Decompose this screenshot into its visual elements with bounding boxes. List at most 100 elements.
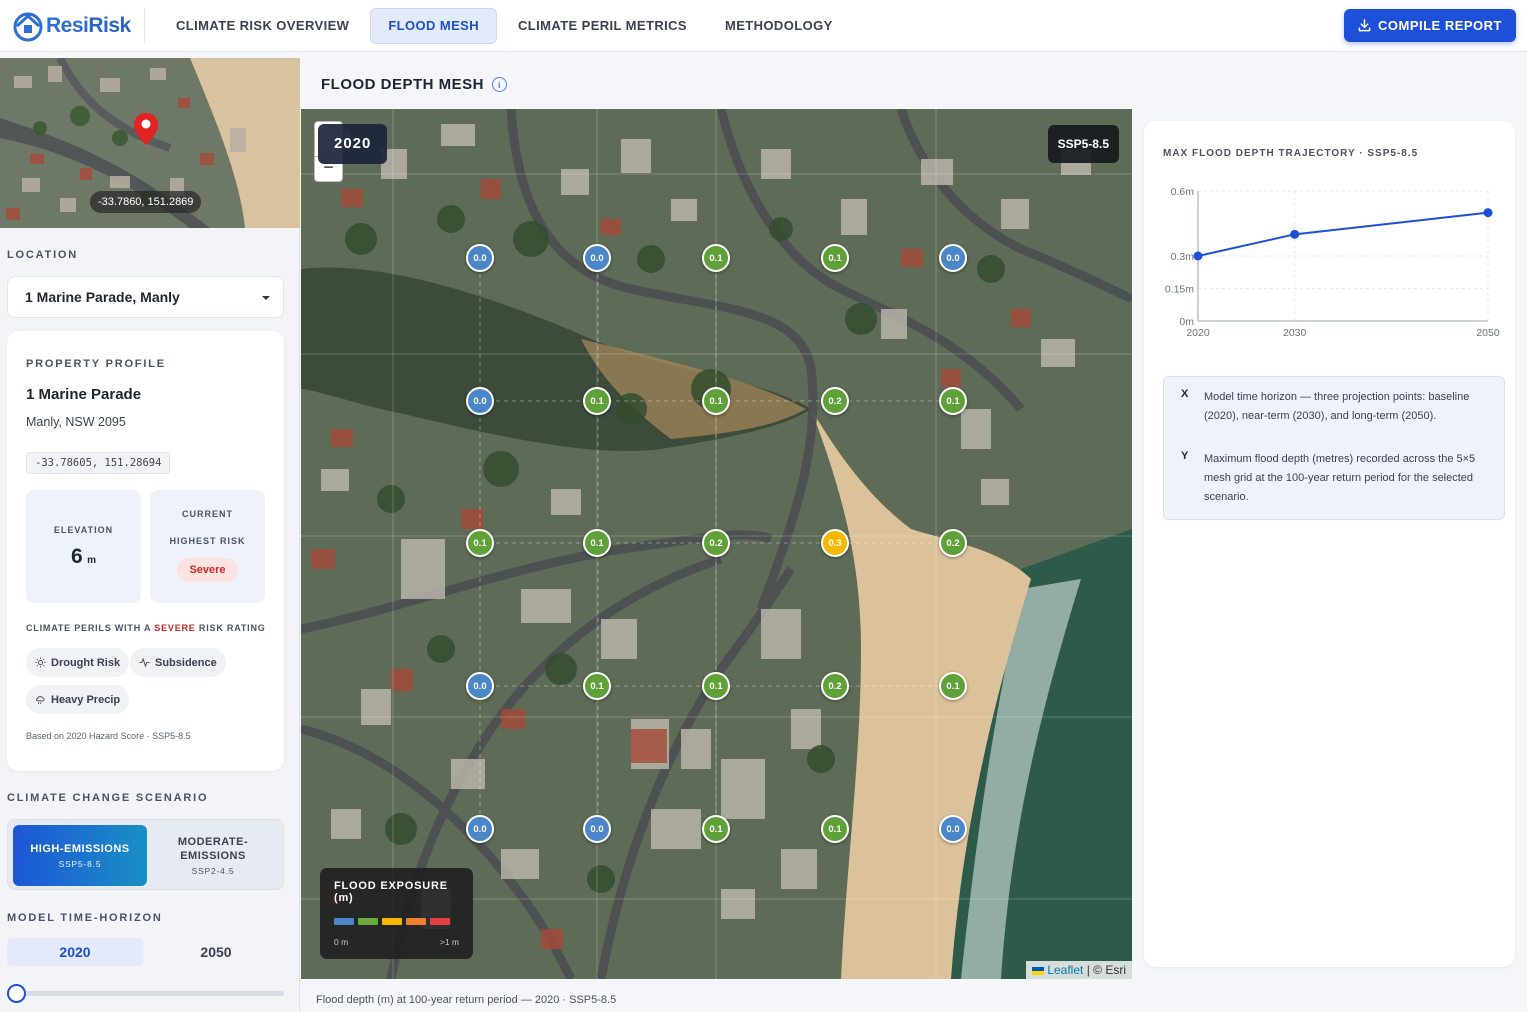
flood-depth-trajectory-chart: 0m0.15m0.3m0.6m2020 2030 2050 (1165, 186, 1500, 339)
house-logo-icon (13, 12, 43, 41)
elevation-unit: m (87, 555, 97, 566)
legend-swatch (406, 918, 426, 925)
nav-flood-mesh[interactable]: FLOOD MESH (370, 7, 497, 44)
time-horizon-slider-handle[interactable] (7, 984, 26, 1003)
mesh-node[interactable]: 0.1 (702, 672, 730, 700)
property-street: 1 Marine Parade (26, 386, 142, 403)
mesh-node[interactable]: 0.0 (466, 387, 494, 415)
location-pin-icon (134, 113, 158, 145)
leaflet-link[interactable]: Leaflet (1047, 963, 1083, 977)
mesh-node[interactable]: 0.1 (702, 244, 730, 272)
mesh-node[interactable]: 0.1 (583, 387, 611, 415)
mesh-node[interactable]: 0.1 (821, 244, 849, 272)
time-horizon-slider-track[interactable] (11, 991, 284, 996)
legend-title: FLOOD EXPOSURE (m) (334, 880, 448, 904)
scenario-title: MODERATE- (177, 836, 249, 848)
brand-logo[interactable]: ResiRisk (0, 7, 145, 44)
horizon-year-2020[interactable]: 2020 (7, 938, 143, 966)
mesh-node[interactable]: 0.1 (583, 529, 611, 557)
data-point (1193, 251, 1203, 261)
ukraine-flag-icon (1031, 966, 1044, 975)
mesh-node[interactable]: 0.1 (466, 529, 494, 557)
nav-climate-peril-metrics[interactable]: CLIMATE PERIL METRICS (501, 8, 704, 44)
data-point (1290, 229, 1300, 239)
cloud-rain-icon (35, 696, 45, 705)
x-tick-label: 2050 (1476, 327, 1500, 339)
mesh-node[interactable]: 0.3 (821, 529, 849, 557)
mesh-node[interactable]: 0.1 (702, 815, 730, 843)
location-minimap[interactable]: -33.7860, 151.2869 (0, 58, 300, 228)
location-select[interactable]: 1 Marine Parade, Manly (7, 276, 284, 318)
mesh-node[interactable]: 0.1 (939, 387, 967, 415)
scenario-moderate-emissions[interactable]: MODERATE- EMISSIONS SSP2-4.5 (146, 825, 280, 886)
mesh-node[interactable]: 0.0 (466, 815, 494, 843)
mesh-node[interactable]: 0.0 (583, 815, 611, 843)
elevation-stat: ELEVATION 6 m (26, 490, 141, 603)
mesh-node[interactable]: 0.1 (821, 815, 849, 843)
mesh-node[interactable]: 0.0 (939, 815, 967, 843)
y-tick-label: 0.6m (1171, 186, 1195, 198)
compile-report-label: COMPILE REPORT (1377, 18, 1502, 33)
scenario-title: HIGH-EMISSIONS (30, 843, 130, 855)
scenario-high-emissions[interactable]: HIGH-EMISSIONS SSP5-8.5 (13, 825, 147, 886)
download-icon (1358, 19, 1371, 32)
mesh-node[interactable]: 0.2 (939, 529, 967, 557)
note-key: Y (1181, 450, 1189, 462)
mesh-node[interactable]: 0.0 (583, 244, 611, 272)
top-navigation-bar: ResiRisk CLIMATE RISK OVERVIEW FLOOD MES… (0, 0, 1527, 52)
peril-chip-heavy-precip[interactable]: Heavy Precip (26, 685, 130, 714)
x-axis-note: X Model time horizon — three projection … (1181, 388, 1486, 426)
x-tick-label: 2030 (1283, 327, 1307, 339)
compile-report-button[interactable]: COMPILE REPORT (1344, 9, 1516, 42)
property-profile-card: PROPERTY PROFILE 1 Marine Parade Manly, … (7, 331, 284, 771)
scenario-code: SSP5-8.5 (58, 859, 102, 869)
map-attribution: Leaflet | © Esri (1025, 961, 1132, 979)
peril-chip-drought[interactable]: Drought Risk (26, 648, 130, 677)
mesh-node[interactable]: 0.0 (939, 244, 967, 272)
sun-icon (35, 657, 46, 668)
legend-swatch (382, 918, 402, 925)
flood-mesh-map[interactable]: 0.0 0.0 0.1 0.1 0.0 0.0 0.1 0.1 0.2 0.1 … (301, 109, 1132, 979)
legend-swatch (358, 918, 378, 925)
series-line (1197, 211, 1489, 257)
location-select-value: 1 Marine Parade, Manly (25, 289, 180, 305)
mesh-node[interactable]: 0.2 (821, 387, 849, 415)
esri-credit: | © Esri (1086, 963, 1126, 977)
data-point (1483, 208, 1493, 218)
mesh-node[interactable]: 0.0 (466, 672, 494, 700)
severe-risk-badge: Severe (177, 558, 238, 582)
chart-title: MAX FLOOD DEPTH TRAJECTORY · SSP5-8.5 (1163, 148, 1419, 159)
main-nav: CLIMATE RISK OVERVIEW FLOOD MESH CLIMATE… (159, 7, 850, 44)
map-year-badge: 2020 (318, 124, 388, 164)
axis-explanations: X Model time horizon — three projection … (1163, 376, 1505, 520)
severe-perils-heading: CLIMATE PERILS WITH A SEVERE RISK RATING (26, 623, 266, 633)
x-tick-label: 2020 (1186, 327, 1210, 339)
flood-depth-mesh-title: FLOOD DEPTH MESH i (321, 76, 508, 93)
mesh-node[interactable]: 0.1 (583, 672, 611, 700)
nav-climate-risk-overview[interactable]: CLIMATE RISK OVERVIEW (159, 8, 366, 44)
nav-methodology[interactable]: METHODOLOGY (708, 8, 850, 44)
scenario-toggle: HIGH-EMISSIONS SSP5-8.5 MODERATE- EMISSI… (7, 819, 284, 890)
mesh-node[interactable]: 0.2 (821, 672, 849, 700)
elevation-value: 6 (70, 545, 83, 568)
map-caption: Flood depth (m) at 100-year return perio… (316, 994, 617, 1006)
left-sidebar: -33.7860, 151.2869 LOCATION 1 Marine Par… (0, 58, 300, 1012)
peril-chip-subsidence[interactable]: Subsidence (130, 648, 226, 677)
property-coordinates: -33.78605, 151.28694 (26, 452, 171, 474)
scenario-title-line-2: EMISSIONS (180, 850, 246, 862)
mesh-node[interactable]: 0.0 (466, 244, 494, 272)
horizon-year-2050[interactable]: 2050 (148, 938, 284, 966)
legend-min-label: 0 m (334, 937, 349, 947)
page-title: FLOOD DEPTH MESH (321, 76, 485, 93)
info-icon[interactable]: i (492, 77, 508, 92)
peril-chip-label: Drought Risk (51, 656, 121, 669)
mesh-node[interactable]: 0.2 (702, 529, 730, 557)
property-profile-label: PROPERTY PROFILE (26, 358, 166, 370)
note-text: Model time horizon — three projection po… (1204, 391, 1470, 422)
note-key: X (1181, 388, 1189, 400)
hazard-score-footnote: Based on 2020 Hazard Score · SSP5-8.5 (26, 731, 191, 741)
mesh-node[interactable]: 0.1 (939, 672, 967, 700)
time-horizon-label: MODEL TIME-HORIZON (7, 912, 163, 924)
mesh-node[interactable]: 0.1 (702, 387, 730, 415)
legend-swatch (430, 918, 450, 925)
